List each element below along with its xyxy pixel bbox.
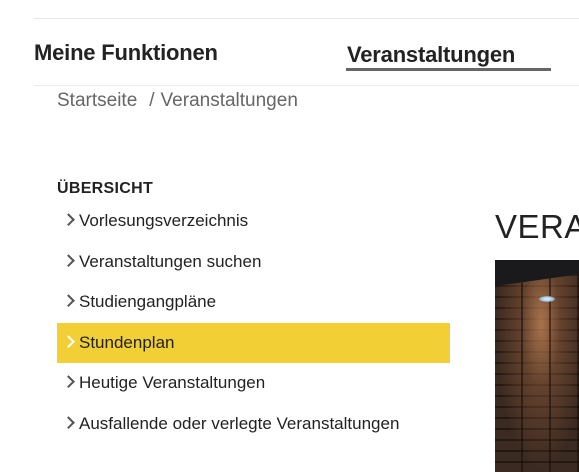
sidebar-menu: Vorlesungsverzeichnis Veranstaltungen su… — [57, 201, 450, 444]
chevron-right-icon — [62, 375, 75, 389]
sidebar-item-veranstaltungen-suchen[interactable]: Veranstaltungen suchen — [57, 242, 450, 283]
chevron-right-icon — [62, 254, 75, 267]
hero-image — [495, 260, 579, 472]
sidebar-item-heutige-veranstaltungen[interactable]: Heutige Veranstaltungen — [57, 363, 450, 404]
brick-wall-texture — [495, 260, 579, 472]
sidebar-item-label: Vorlesungsverzeichnis — [79, 211, 249, 231]
page-title: VERA — [495, 208, 579, 245]
sidebar-item-label: Veranstaltungen suchen — [79, 251, 262, 271]
sidebar-item-studiengangplaene[interactable]: Studiengangpläne — [57, 282, 450, 323]
sidebar-item-ausfallende-veranstaltungen[interactable]: Ausfallende oder verlegte Veranstaltunge… — [57, 404, 450, 445]
sidebar-item-label: Stundenplan — [79, 332, 175, 352]
sidebar-item-stundenplan[interactable]: Stundenplan — [57, 322, 450, 363]
chevron-right-icon — [62, 213, 75, 227]
sidebar-heading: ÜBERSICHT — [57, 180, 154, 197]
sidebar-item-label: Studiengangpläne — [79, 292, 217, 312]
nav-meine-funktionen[interactable]: Meine Funktionen — [34, 40, 218, 66]
breadcrumb: Startseite / Veranstaltungen — [57, 90, 298, 112]
top-divider — [34, 18, 579, 19]
sidebar-item-label: Ausfallende oder verlegte Veranstaltunge… — [79, 413, 400, 433]
page: Meine Funktionen Veranstaltungen Startse… — [0, 0, 579, 472]
chevron-right-icon — [62, 416, 75, 429]
sidebar-item-label: Heutige Veranstaltungen — [79, 373, 266, 393]
breadcrumb-current: Veranstaltungen — [160, 90, 298, 111]
chevron-right-icon — [62, 335, 75, 348]
ceiling-lamp — [539, 296, 555, 302]
nav-veranstaltungen[interactable]: Veranstaltungen — [347, 42, 515, 68]
breadcrumb-home-link[interactable]: Startseite — [57, 90, 137, 111]
chevron-right-icon — [62, 294, 75, 308]
nav-divider — [34, 85, 579, 86]
breadcrumb-separator: / — [149, 90, 155, 111]
nav-active-underline — [346, 68, 551, 71]
sidebar-item-vorlesungsverzeichnis[interactable]: Vorlesungsverzeichnis — [57, 201, 450, 242]
